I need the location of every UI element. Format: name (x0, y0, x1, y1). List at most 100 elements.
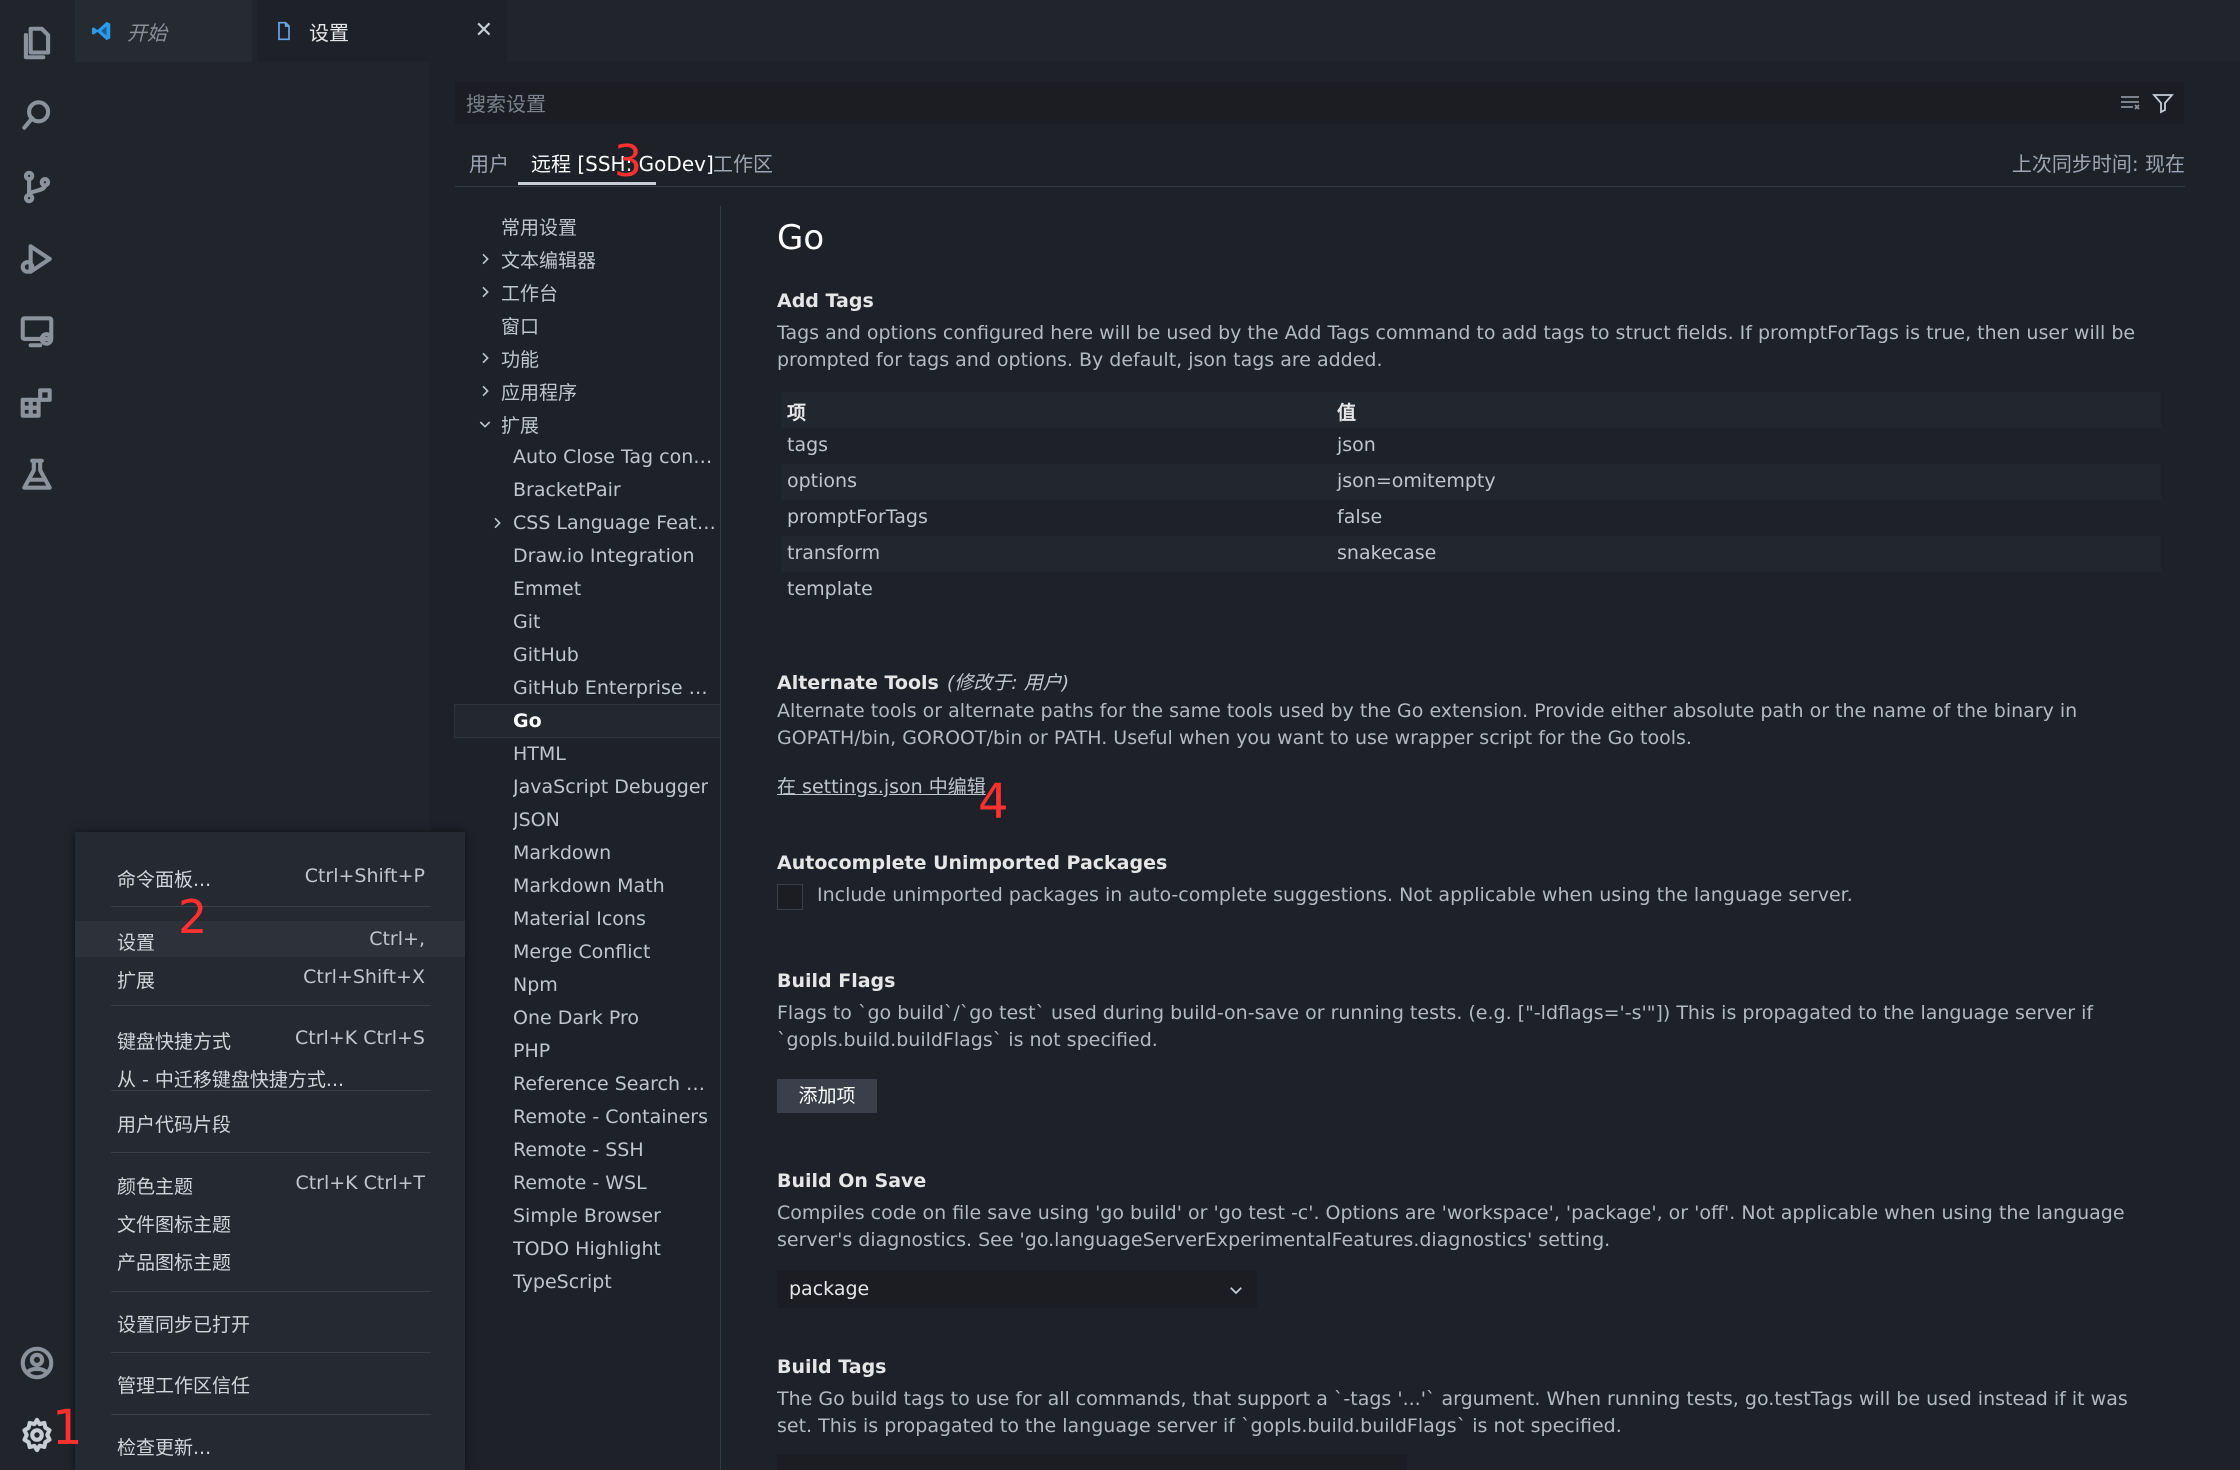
toc-item[interactable]: One Dark Pro (455, 1002, 720, 1034)
close-icon[interactable]: ✕ (475, 18, 493, 43)
remote-explorer-icon[interactable] (16, 310, 58, 352)
toc-item-label: Merge Conflict (513, 941, 651, 963)
build-on-save-select[interactable]: package (777, 1270, 1257, 1308)
toc-item[interactable]: 应用程序 (455, 375, 720, 407)
filter-icon[interactable] (2151, 91, 2175, 115)
setting-desc-build-on-save: Compiles code on file save using 'go bui… (777, 1202, 2125, 1251)
menu-item-file-icon-theme[interactable]: 文件图标主题 (75, 1203, 465, 1239)
toc-item[interactable]: 常用设置 (455, 210, 720, 242)
tab-workspace[interactable]: 工作区 (713, 148, 773, 177)
menu-item-user-snippets[interactable]: 用户代码片段 (75, 1103, 465, 1139)
clear-filter-icon[interactable] (2117, 91, 2143, 115)
section-heading: Go (777, 218, 825, 258)
toc-item-label: Markdown (513, 842, 612, 864)
extensions-icon[interactable] (16, 382, 58, 424)
toc-item[interactable]: BracketPair (455, 474, 720, 506)
toc-item[interactable]: Simple Browser (455, 1200, 720, 1232)
toc-item[interactable]: 工作台 (455, 276, 720, 308)
menu-item-extensions[interactable]: 扩展 Ctrl+Shift+X (75, 959, 465, 995)
annotation-1: 1 (52, 1400, 83, 1456)
col-value-header: 值 (1337, 402, 1357, 424)
toc-item[interactable]: JSON (455, 804, 720, 836)
menu-item-keyboard-shortcuts[interactable]: 键盘快捷方式 Ctrl+K Ctrl+S (75, 1020, 465, 1056)
toc-item[interactable]: TypeScript (455, 1266, 720, 1298)
testing-icon[interactable] (16, 454, 58, 496)
settings-scope-tabs: 用户 远程 [SSH: GoDev] 工作区 上次同步时间: 现在 (455, 140, 2185, 187)
tab-settings[interactable]: 设置 ✕ (257, 0, 507, 62)
toc-item[interactable]: Go (454, 704, 721, 738)
toc-item[interactable]: Draw.io Integration (455, 540, 720, 572)
menu-item-workspace-trust[interactable]: 管理工作区信任 (75, 1364, 465, 1400)
toc-item[interactable]: Merge Conflict (455, 936, 720, 968)
toc-item-label: 常用设置 (501, 216, 578, 239)
table-row[interactable]: tags json (781, 428, 2161, 464)
toc-item[interactable]: JavaScript Debugger (455, 771, 720, 803)
toc-item[interactable]: Remote - WSL (455, 1167, 720, 1199)
setting-desc-build-tags: The Go build tags to use for all command… (777, 1388, 2128, 1437)
row-key: options (787, 470, 857, 492)
menu-item-color-theme[interactable]: 颜色主题 Ctrl+K Ctrl+T (75, 1165, 465, 1201)
toc-item[interactable]: GitHub (455, 639, 720, 671)
toc-item[interactable]: Remote - Containers (455, 1101, 720, 1133)
menu-item-product-icon-theme[interactable]: 产品图标主题 (75, 1241, 465, 1277)
toc-item[interactable]: HTML (455, 738, 720, 770)
sync-status: 上次同步时间: 现在 (2011, 152, 2185, 176)
source-control-icon[interactable] (16, 166, 58, 208)
menu-item-label: 管理工作区信任 (117, 1375, 251, 1397)
setting-title-build-flags: Build Flags (777, 970, 896, 992)
toc-item[interactable]: Auto Close Tag config... (455, 441, 720, 473)
toc-item-label: 文本编辑器 (501, 249, 597, 272)
run-debug-icon[interactable] (16, 238, 58, 280)
edit-in-settings-json-link[interactable]: 在 settings.json 中编辑 (777, 772, 986, 799)
toc-item[interactable]: Git (455, 606, 720, 638)
table-row[interactable]: promptForTags false (781, 500, 2161, 536)
toc-item[interactable]: PHP (455, 1035, 720, 1067)
toc-item[interactable]: 功能 (455, 342, 720, 374)
menu-item-settings[interactable]: 设置 Ctrl+, (75, 921, 465, 957)
toc-item[interactable]: Markdown (455, 837, 720, 869)
row-key: promptForTags (787, 506, 928, 528)
tab-user[interactable]: 用户 (469, 148, 509, 177)
menu-separator (111, 1090, 431, 1091)
menu-item-settings-sync[interactable]: 设置同步已打开 (75, 1303, 465, 1339)
toc-item[interactable]: Reference Search View (455, 1068, 720, 1100)
toc-item-label: Emmet (513, 578, 582, 600)
row-value: json (1337, 434, 1376, 456)
tab-welcome[interactable]: 开始 (75, 0, 252, 62)
menu-item-check-updates[interactable]: 检查更新... (75, 1426, 465, 1462)
chevron-down-icon (1230, 1287, 1242, 1295)
toc-item[interactable]: Material Icons (455, 903, 720, 935)
explorer-icon[interactable] (16, 22, 58, 64)
menu-item-label: 文件图标主题 (117, 1214, 232, 1236)
toc-item[interactable]: GitHub Enterprise Aut... (455, 672, 720, 704)
toc-item[interactable]: Emmet (455, 573, 720, 605)
toc-item-label: 扩展 (501, 414, 540, 437)
toc-item[interactable]: 文本编辑器 (455, 243, 720, 275)
toc-item-label: 应用程序 (501, 381, 578, 404)
table-row[interactable]: transform snakecase (781, 536, 2161, 572)
accounts-icon[interactable] (16, 1342, 58, 1384)
toc-item-label: Npm (513, 974, 558, 996)
toc-item[interactable]: TODO Highlight (455, 1233, 720, 1265)
settings-search-input[interactable] (464, 83, 2068, 125)
toc-item[interactable]: Markdown Math (455, 870, 720, 902)
toc-item-label: Markdown Math (513, 875, 665, 897)
table-row[interactable]: template (781, 572, 2161, 608)
toc-item-label: Material Icons (513, 908, 646, 930)
toc-item-label: Draw.io Integration (513, 545, 695, 567)
toc-item[interactable]: 窗口 (455, 309, 720, 341)
toc-item[interactable]: 扩展 (455, 408, 720, 440)
toc-item[interactable]: Remote - SSH (455, 1134, 720, 1166)
add-item-button[interactable]: 添加项 (777, 1079, 877, 1113)
menu-item-command-palette[interactable]: 命令面板... Ctrl+Shift+P (75, 858, 465, 894)
build-on-save-value: package (789, 1278, 870, 1300)
menu-item-migrate-shortcuts[interactable]: 从 - 中迁移键盘快捷方式... (75, 1058, 465, 1094)
toc-item[interactable]: Npm (455, 969, 720, 1001)
table-row[interactable]: options json=omitempty (781, 464, 2161, 500)
autocomplete-checkbox[interactable] (777, 884, 803, 910)
build-tags-input[interactable] (777, 1454, 1407, 1470)
search-icon[interactable] (16, 94, 58, 136)
toc-item[interactable]: CSS Language Features (455, 507, 720, 539)
modified-indicator: (修改于: 用户) (946, 672, 1070, 694)
toc-item-label: 工作台 (501, 282, 559, 305)
